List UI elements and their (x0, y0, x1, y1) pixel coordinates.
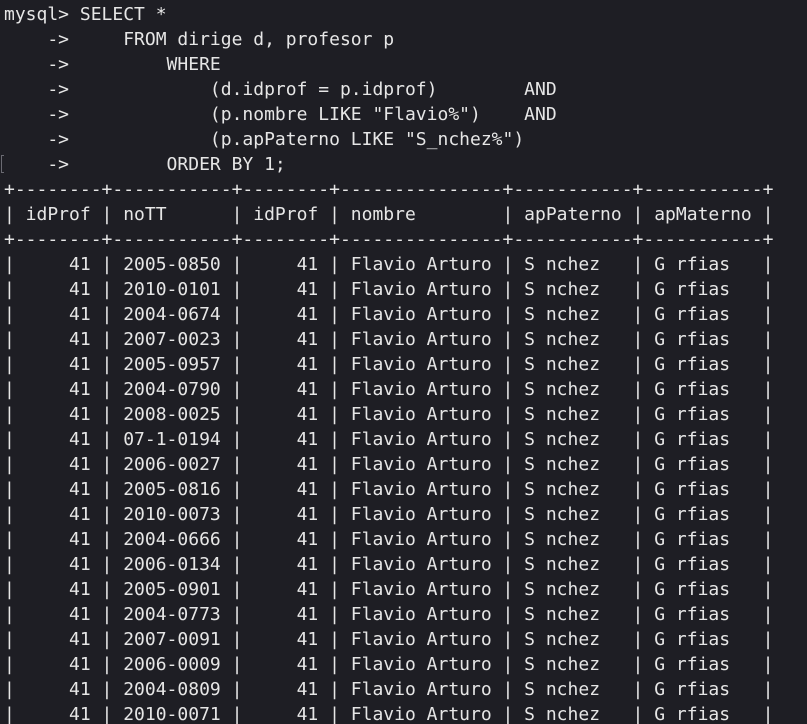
table-row: | 41 | 2010-0073 | 41 | Flavio Arturo | … (4, 504, 774, 525)
table-border: +--------+-----------+--------+---------… (4, 179, 774, 200)
continuation-line: -> (d.idprof = p.idprof) AND (4, 79, 557, 100)
continuation-line: -> FROM dirige d, profesor p (4, 29, 395, 50)
continuation-line: -> (p.nombre LIKE "Flavio%") AND (4, 104, 557, 125)
table-header: | idProf | noTT | idProf | nombre | apPa… (4, 204, 774, 225)
terminal-window[interactable]: mysql> SELECT * -> FROM dirige d, profes… (0, 0, 807, 724)
table-row: | 41 | 2006-0009 | 41 | Flavio Arturo | … (4, 654, 774, 675)
table-row: | 41 | 2005-0957 | 41 | Flavio Arturo | … (4, 354, 774, 375)
table-row: | 41 | 2005-0901 | 41 | Flavio Arturo | … (4, 579, 774, 600)
table-row: | 41 | 2010-0101 | 41 | Flavio Arturo | … (4, 279, 774, 300)
table-row: | 41 | 2005-0816 | 41 | Flavio Arturo | … (4, 479, 774, 500)
continuation-line: -> WHERE (4, 54, 221, 75)
table-row: | 41 | 2004-0773 | 41 | Flavio Arturo | … (4, 604, 774, 625)
table-row: | 41 | 2006-0027 | 41 | Flavio Arturo | … (4, 454, 774, 475)
table-row: | 41 | 2004-0674 | 41 | Flavio Arturo | … (4, 304, 774, 325)
prompt-line: mysql> SELECT * (4, 4, 167, 25)
table-row: | 41 | 2007-0023 | 41 | Flavio Arturo | … (4, 329, 774, 350)
table-row: | 41 | 2007-0091 | 41 | Flavio Arturo | … (4, 629, 774, 650)
table-row: | 41 | 2006-0134 | 41 | Flavio Arturo | … (4, 554, 774, 575)
table-row: | 41 | 07-1-0194 | 41 | Flavio Arturo | … (4, 429, 774, 450)
terminal-output: mysql> SELECT * -> FROM dirige d, profes… (4, 2, 773, 724)
table-row: | 41 | 2004-0666 | 41 | Flavio Arturo | … (4, 529, 774, 550)
table-row: | 41 | 2004-0790 | 41 | Flavio Arturo | … (4, 379, 774, 400)
table-row: | 41 | 2008-0025 | 41 | Flavio Arturo | … (4, 404, 774, 425)
table-row: | 41 | 2005-0850 | 41 | Flavio Arturo | … (4, 254, 774, 275)
table-border: +--------+-----------+--------+---------… (4, 229, 774, 250)
table-row: | 41 | 2004-0809 | 41 | Flavio Arturo | … (4, 679, 774, 700)
continuation-line: -> (p.apPaterno LIKE "S_nchez%") (4, 129, 525, 150)
continuation-line: -> ORDER BY 1; (4, 154, 286, 175)
table-row: | 41 | 2010-0071 | 41 | Flavio Arturo | … (4, 704, 774, 724)
